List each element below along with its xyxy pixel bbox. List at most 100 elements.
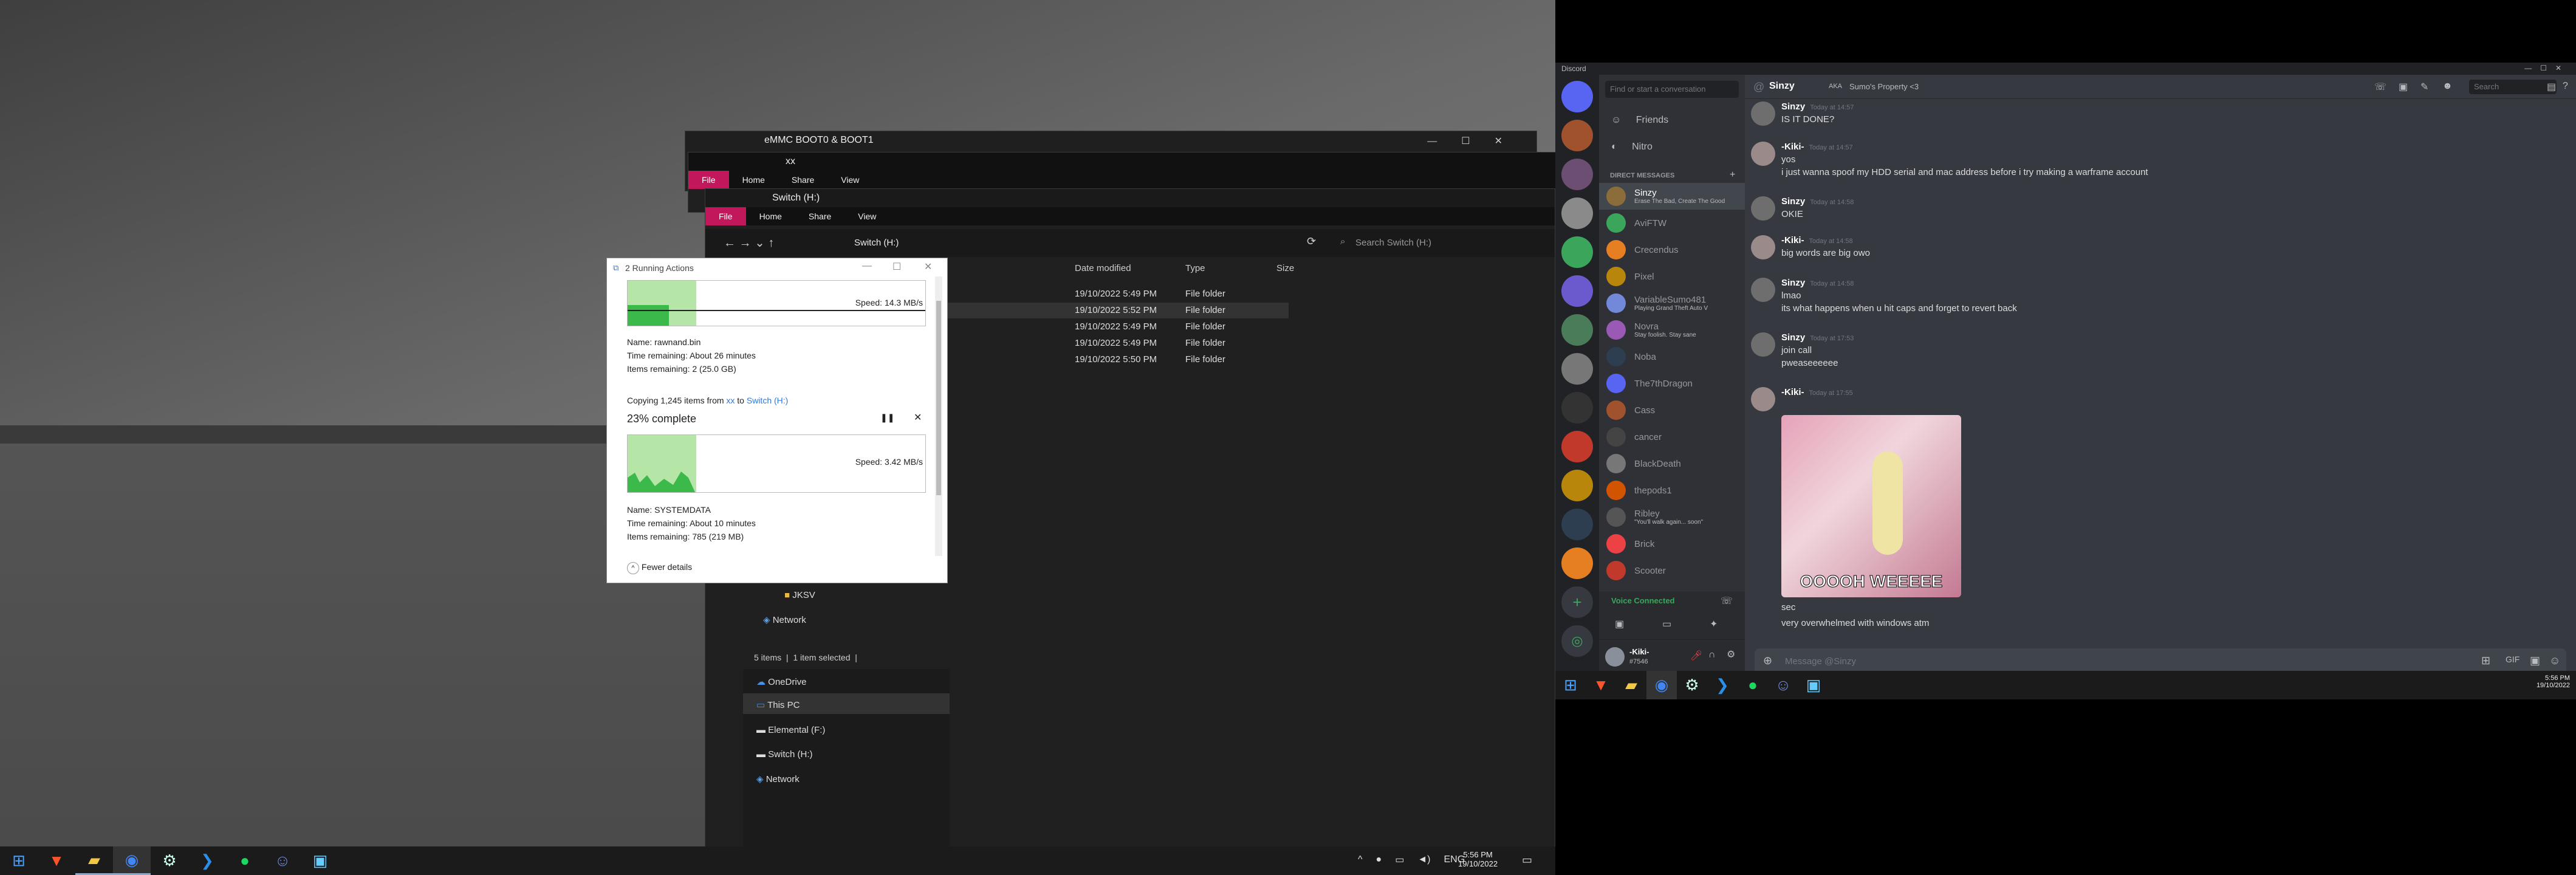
mic-icon[interactable]: ● (1376, 854, 1382, 865)
nav-item-onedrive[interactable]: ☁ OneDrive (756, 676, 807, 687)
avatar[interactable] (1751, 101, 1775, 126)
app-icon[interactable]: ▣ (1798, 671, 1829, 699)
author-name[interactable]: Sinzy (1781, 196, 1805, 207)
attach-icon[interactable]: ⊕ (1763, 654, 1772, 667)
clock[interactable]: 5:56 PM 19/10/2022 (2537, 674, 2570, 689)
nav-friends[interactable]: ☺ Friends (1611, 115, 1668, 126)
window-controls[interactable]: —☐✕ (2524, 64, 2570, 72)
chat-message[interactable]: -Kiki- Today at 14:58 big words are big ow… (1751, 235, 1870, 259)
spotify-icon[interactable]: ● (226, 846, 264, 875)
mute-icon[interactable]: 🎤︎ (1690, 650, 1702, 662)
author-name[interactable]: -Kiki- (1781, 387, 1804, 397)
maximize-button[interactable]: ☐ (892, 261, 901, 273)
dm-item[interactable]: Crecendus (1599, 236, 1745, 263)
video-icon[interactable]: ▣ (1615, 618, 1624, 630)
dm-item[interactable]: Scooter (1599, 557, 1745, 584)
avatar[interactable] (1605, 647, 1625, 667)
author-name[interactable]: -Kiki- (1781, 235, 1804, 245)
refresh-icon[interactable]: ⟳ (1307, 235, 1316, 248)
inbox-icon[interactable]: ▤ (2547, 81, 2556, 93)
nav-item-network[interactable]: ◈ Network (756, 774, 800, 784)
tab-file[interactable]: File (705, 207, 746, 225)
tab-home[interactable]: Home (746, 207, 795, 225)
tab-share[interactable]: Share (795, 207, 844, 225)
dm-item[interactable]: BlackDeath (1599, 450, 1745, 477)
chat-message[interactable]: Sinzy Today at 17:53 join call pweaseeeeee (1751, 332, 1854, 368)
server-icon[interactable] (1561, 392, 1593, 424)
file-explorer-icon[interactable]: ▰ (1616, 671, 1646, 699)
server-icon[interactable] (1561, 120, 1593, 151)
discord-home-icon[interactable] (1561, 81, 1593, 112)
dm-item[interactable]: VariableSumo481 Playing Grand Theft Auto … (1599, 290, 1745, 317)
dm-item[interactable]: cancer (1599, 424, 1745, 450)
brave-icon[interactable]: ▼ (1586, 671, 1616, 699)
chrome-icon[interactable]: ◉ (113, 846, 151, 875)
scroll-thumb[interactable] (936, 301, 941, 495)
nav-pane-item[interactable]: ■ JKSV (784, 590, 815, 600)
avatar[interactable] (1751, 235, 1775, 259)
nav-arrows-icon[interactable]: ← → ⌄ ↑ (724, 235, 774, 250)
dm-item[interactable]: Brick (1599, 530, 1745, 557)
close-button[interactable]: ✕ (924, 261, 932, 273)
dm-item[interactable]: Cass (1599, 397, 1745, 424)
dm-item[interactable]: Pixel (1599, 263, 1745, 290)
window-controls[interactable]: —☐✕ (1427, 135, 1527, 147)
server-icon[interactable] (1561, 197, 1593, 229)
server-icon[interactable] (1561, 547, 1593, 579)
server-icon[interactable] (1561, 236, 1593, 268)
call-icon[interactable]: ☏ (2374, 81, 2386, 93)
server-icon[interactable] (1561, 353, 1593, 385)
destination-link[interactable]: Switch (H:) (747, 396, 788, 405)
col-size[interactable]: Size (1276, 263, 1294, 273)
col-date[interactable]: Date modified (1075, 263, 1131, 273)
nav-item-elemental[interactable]: ▬ Elemental (F:) (756, 725, 825, 735)
source-link[interactable]: xx (726, 396, 735, 405)
server-icon[interactable] (1561, 275, 1593, 307)
dm-item[interactable]: Noba (1599, 343, 1745, 370)
server-icon[interactable] (1561, 431, 1593, 462)
explore-servers-icon[interactable]: ◎ (1561, 625, 1593, 657)
add-friend-icon[interactable]: ☻ (2442, 81, 2453, 92)
add-dm-icon[interactable]: + (1730, 170, 1735, 180)
server-icon[interactable] (1561, 470, 1593, 501)
vscode-icon[interactable]: ❯ (1707, 671, 1738, 699)
disconnect-icon[interactable]: ☏ (1721, 595, 1733, 607)
video-call-icon[interactable]: ▣ (2399, 81, 2408, 93)
dm-search[interactable]: Find or start a conversation (1605, 81, 1739, 98)
nav-pane-item[interactable]: ◈ Network (763, 614, 806, 625)
vscode-icon[interactable]: ❯ (188, 846, 226, 875)
pin-icon[interactable]: ✎ (2420, 81, 2428, 93)
tab-file[interactable]: File (688, 171, 729, 189)
notifications-icon[interactable]: ▭ (1522, 854, 1532, 866)
chat-message[interactable]: Sinzy Today at 14:58 lmao its what happens … (1751, 278, 2017, 314)
activity-icon[interactable]: ✦ (1710, 618, 1718, 630)
copy-progress-dialog[interactable]: ⧉ 2 Running Actions — ☐ ✕ Speed: 14.3 MB… (606, 258, 948, 583)
dm-item[interactable]: Sinzy Erase The Bad, Create The Good (1599, 183, 1745, 210)
fewer-details-button[interactable]: ^ Fewer details (627, 562, 692, 574)
volume-icon[interactable]: ◄) (1417, 854, 1430, 865)
discord-icon[interactable]: ☺ (1768, 671, 1798, 699)
chrome-icon[interactable]: ◉ (1646, 671, 1677, 699)
minimize-button[interactable]: — (862, 261, 872, 272)
breadcrumb[interactable]: Switch (H:) (854, 238, 899, 248)
scrollbar[interactable] (935, 276, 942, 556)
server-icon[interactable] (1561, 159, 1593, 190)
deafen-icon[interactable]: ∩ (1708, 650, 1716, 661)
header-search[interactable]: Search (2469, 80, 2557, 94)
discord-icon[interactable]: ☺ (264, 846, 301, 875)
gift-icon[interactable]: ⊞ (2481, 654, 2490, 667)
gif-icon[interactable]: GIF (2506, 654, 2519, 664)
steam-icon[interactable]: ⚙ (151, 846, 188, 875)
tab-share[interactable]: Share (778, 171, 827, 189)
search-input[interactable]: Search Switch (H:) (1355, 238, 1431, 248)
dm-item[interactable]: Ribley "You'll walk again... soon" (1599, 504, 1745, 530)
emoji-icon[interactable]: ☺ (2549, 654, 2560, 667)
screen-share-icon[interactable]: ▭ (1662, 618, 1671, 630)
chat-message[interactable]: Sinzy Today at 14:57 IS IT DONE? (1751, 101, 1854, 126)
nav-item-this-pc[interactable]: ▭ This PC (743, 693, 950, 714)
avatar[interactable] (1751, 142, 1775, 166)
brave-icon[interactable]: ▼ (38, 846, 75, 875)
file-explorer-icon[interactable]: ▰ (75, 846, 113, 875)
avatar[interactable] (1751, 278, 1775, 302)
start-icon[interactable]: ⊞ (1555, 671, 1586, 699)
